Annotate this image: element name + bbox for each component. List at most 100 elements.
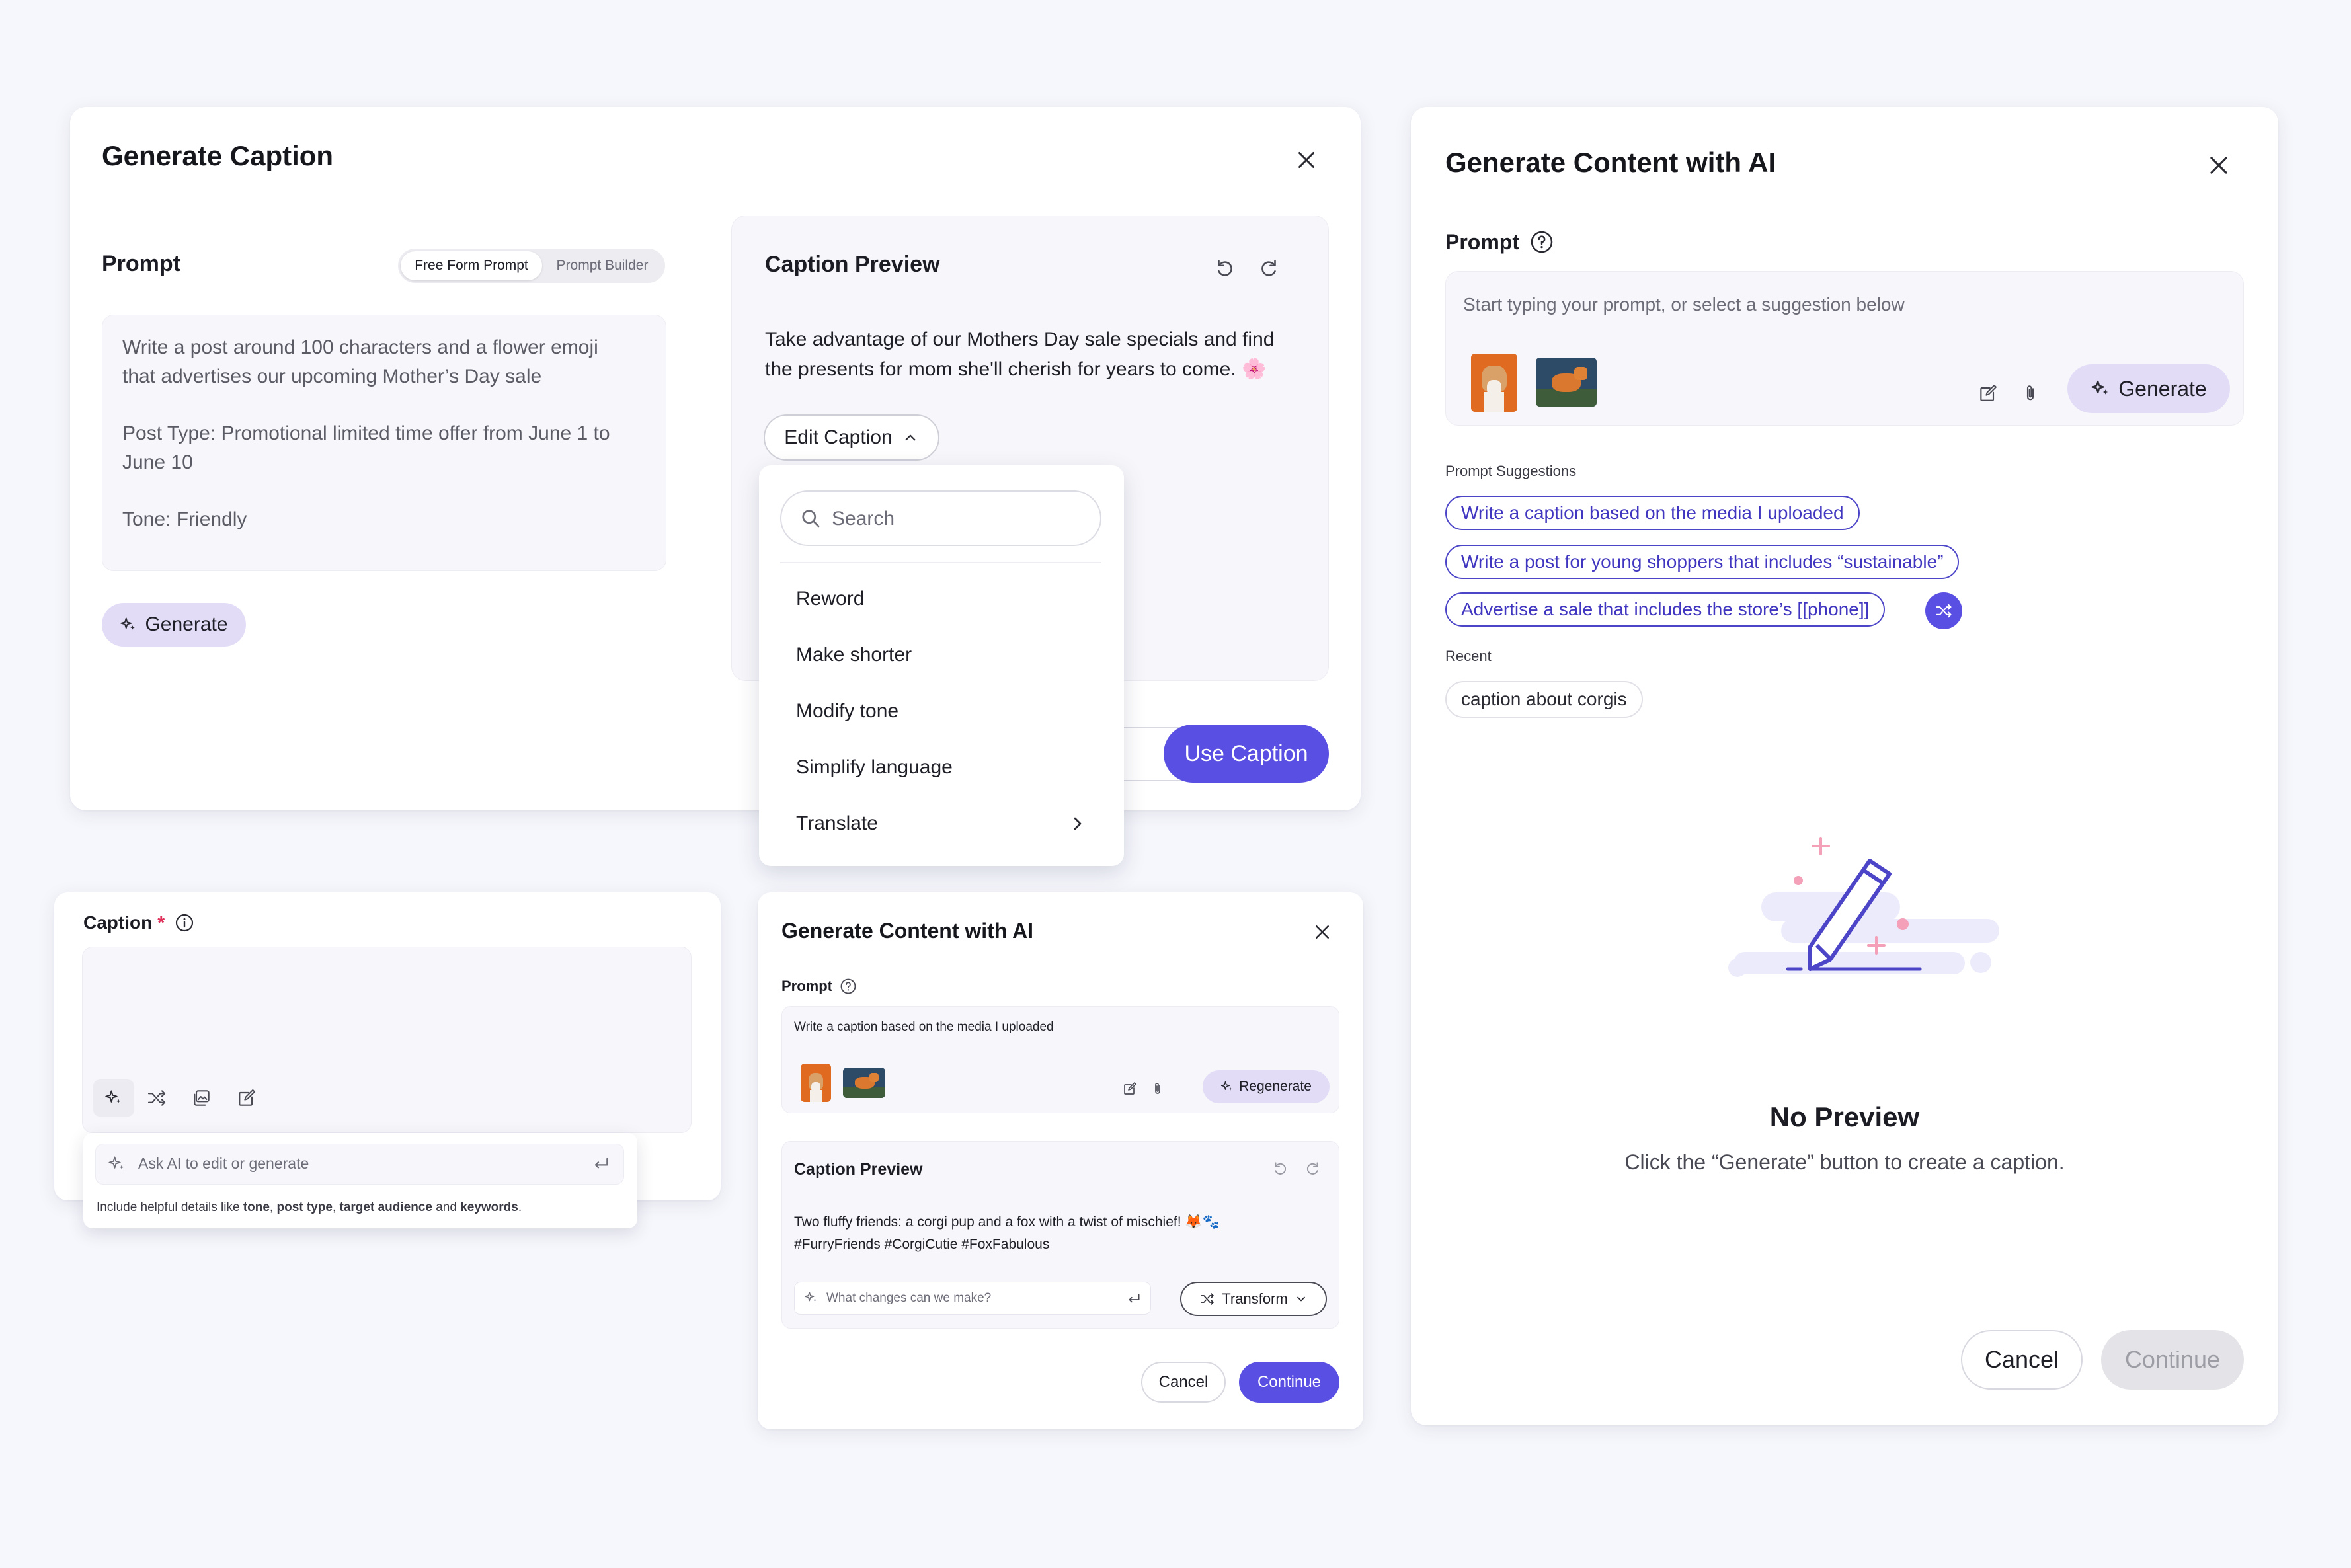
menu-item-reword[interactable]: Reword xyxy=(759,571,1124,627)
redo-icon xyxy=(1261,260,1276,276)
modal-title: Generate Caption xyxy=(102,140,334,171)
chevron-up-icon xyxy=(905,434,916,441)
preview-text-line: the presents for mom she'll cherish for … xyxy=(765,358,1267,380)
regenerate-label: Regenerate xyxy=(1239,1079,1312,1094)
pencil-illustration xyxy=(1728,837,1999,977)
ask-ai-input[interactable]: Ask AI to edit or generate xyxy=(95,1144,624,1185)
shuffle-icon xyxy=(1936,604,1952,618)
use-caption-button[interactable]: Use Caption xyxy=(1164,725,1329,783)
preview-title: Caption Preview xyxy=(765,252,940,277)
corgi-thumbnail[interactable] xyxy=(801,1064,831,1102)
generate-button[interactable]: Generate xyxy=(102,603,246,647)
changes-placeholder: What changes can we make? xyxy=(826,1291,992,1305)
regenerate-button[interactable]: Regenerate xyxy=(1203,1070,1330,1103)
prompt-label-text: Prompt xyxy=(781,978,832,994)
transform-button[interactable]: Transform xyxy=(1180,1282,1327,1316)
large-ai-modal: Generate Content with AI Prompt Start ty… xyxy=(1411,107,2278,1425)
prompt-line: Post Type: Promotional limited time offe… xyxy=(122,422,610,444)
redo-icon[interactable] xyxy=(1304,1160,1322,1177)
menu-item-translate[interactable]: Translate xyxy=(759,796,1124,851)
undo-icon xyxy=(1218,260,1232,276)
prompt-input[interactable]: Start typing your prompt, or select a su… xyxy=(1445,271,2244,426)
generate-button[interactable]: Generate xyxy=(2067,364,2230,413)
suggestion-chip[interactable]: Write a post for young shoppers that inc… xyxy=(1445,545,1960,579)
caption-label: Caption * xyxy=(83,912,195,933)
hint-text: , xyxy=(269,1200,277,1214)
sparkle-icon xyxy=(120,617,136,630)
prompt-value: Write a caption based on the media I upl… xyxy=(794,1020,1054,1034)
enter-icon[interactable] xyxy=(590,1154,612,1175)
use-caption-label: Use Caption xyxy=(1184,740,1308,766)
continue-label: Continue xyxy=(1257,1373,1322,1391)
recent-chip[interactable]: caption about corgis xyxy=(1445,681,1643,718)
image-gallery-icon xyxy=(194,1090,210,1106)
cancel-button[interactable]: Cancel xyxy=(1961,1330,2083,1390)
continue-button[interactable]: Continue xyxy=(2101,1330,2244,1390)
paperclip-icon[interactable] xyxy=(1150,1081,1166,1097)
ai-assist-button[interactable] xyxy=(93,1079,134,1117)
menu-item-simplify-language[interactable]: Simplify language xyxy=(759,740,1124,795)
edit-caption-button[interactable]: Edit Caption xyxy=(764,414,939,461)
close-button[interactable] xyxy=(1291,144,1322,176)
prompt-line: June 10 xyxy=(122,451,193,473)
transform-label: Transform xyxy=(1222,1290,1288,1307)
modal-title: Generate Content with AI xyxy=(1445,147,1776,178)
modal-title: Generate Content with AI xyxy=(781,919,1034,943)
edit-note-icon[interactable] xyxy=(1977,383,1999,404)
help-icon[interactable] xyxy=(839,977,857,996)
undo-button[interactable] xyxy=(1213,257,1240,284)
ask-ai-hint: Include helpful details like tone, post … xyxy=(97,1200,522,1215)
undo-icon[interactable] xyxy=(1271,1160,1289,1177)
continue-label: Continue xyxy=(2124,1346,2221,1373)
hint-text: . xyxy=(518,1200,522,1214)
paperclip-icon[interactable] xyxy=(2020,383,2041,404)
redo-button[interactable] xyxy=(1258,257,1285,284)
fox-thumbnail[interactable] xyxy=(843,1068,885,1098)
info-icon[interactable] xyxy=(174,912,195,933)
suggestion-chip[interactable]: Write a caption based on the media I upl… xyxy=(1445,496,1860,530)
shuffle-button[interactable] xyxy=(146,1087,167,1112)
menu-search-placeholder: Search xyxy=(832,508,895,529)
close-button[interactable] xyxy=(2203,149,2235,181)
edit-note-button[interactable] xyxy=(236,1087,257,1112)
continue-button[interactable]: Continue xyxy=(1239,1362,1339,1403)
prompt-input[interactable]: Write a caption based on the media I upl… xyxy=(781,1006,1339,1113)
sparkle-icon xyxy=(105,1090,121,1104)
cancel-label: Cancel xyxy=(1158,1373,1209,1391)
ask-ai-placeholder: Ask AI to edit or generate xyxy=(138,1155,309,1172)
close-icon xyxy=(2210,157,2227,174)
edit-note-icon xyxy=(239,1089,255,1106)
corgi-thumbnail[interactable] xyxy=(1471,354,1517,412)
suggestion-chip[interactable]: Advertise a sale that includes the store… xyxy=(1445,592,1886,627)
help-icon[interactable] xyxy=(1529,229,1555,255)
enter-icon[interactable] xyxy=(1125,1290,1142,1308)
caption-textarea[interactable] xyxy=(82,947,692,1133)
prompt-mode-toggle: Free Form Prompt Prompt Builder xyxy=(398,249,665,283)
sparkle-icon xyxy=(805,1291,817,1302)
cancel-button[interactable]: Cancel xyxy=(1141,1362,1226,1403)
menu-item-label: Make shorter xyxy=(796,644,912,666)
prompt-textarea[interactable]: Write a post around 100 characters and a… xyxy=(102,315,666,571)
media-button[interactable] xyxy=(191,1087,212,1112)
prompt-label: Prompt xyxy=(781,977,857,996)
close-button[interactable] xyxy=(1306,916,1338,948)
close-icon xyxy=(1316,925,1329,939)
toggle-prompt-builder[interactable]: Prompt Builder xyxy=(542,251,662,280)
generate-label: Generate xyxy=(145,613,228,635)
menu-item-modify-tone[interactable]: Modify tone xyxy=(759,684,1124,739)
edit-caption-menu: Search Reword Make shorter Modify tone S… xyxy=(759,465,1124,866)
generate-label: Generate xyxy=(2118,376,2207,401)
toggle-free-form[interactable]: Free Form Prompt xyxy=(401,251,542,280)
fox-thumbnail[interactable] xyxy=(1536,358,1597,407)
shuffle-icon xyxy=(147,1090,166,1106)
menu-item-make-shorter[interactable]: Make shorter xyxy=(759,627,1124,683)
shuffle-suggestions-button[interactable] xyxy=(1925,592,1962,629)
menu-search-input[interactable]: Search xyxy=(780,490,1101,546)
prompt-label-text: Prompt xyxy=(1445,229,1519,254)
prompt-line: that advertises our upcoming Mother’s Da… xyxy=(122,366,542,387)
hint-audience: target audience xyxy=(339,1200,432,1214)
prompt-line: Tone: Friendly xyxy=(122,508,247,530)
prompt-label: Prompt xyxy=(1445,229,1555,255)
edit-note-icon[interactable] xyxy=(1122,1081,1138,1097)
changes-input[interactable]: What changes can we make? xyxy=(794,1282,1151,1315)
